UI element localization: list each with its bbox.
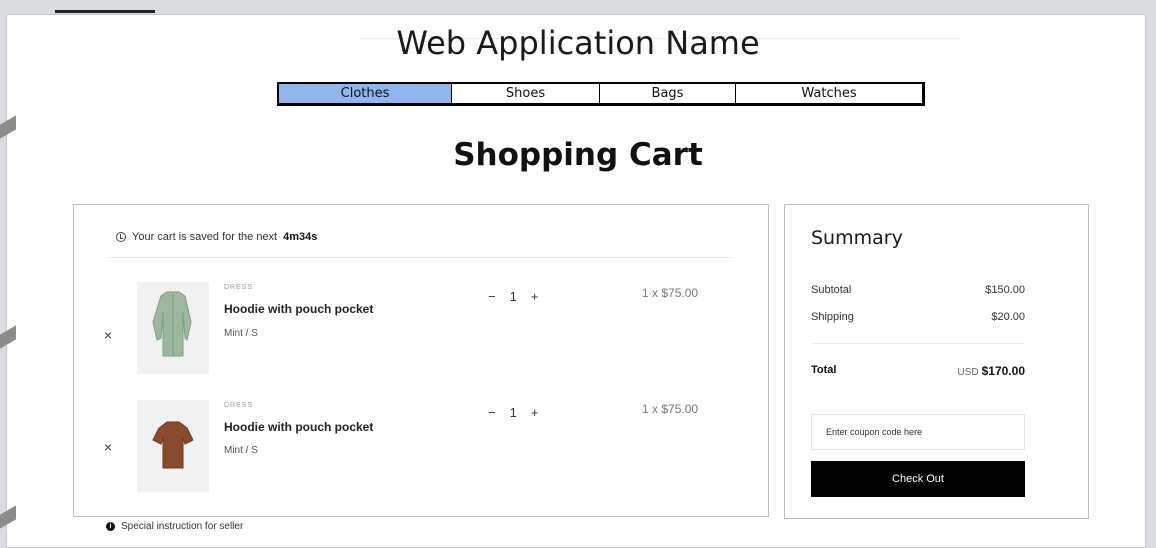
tab-watches[interactable]: Watches xyxy=(736,84,922,103)
tab-bags[interactable]: Bags xyxy=(600,84,736,103)
shipping-row: Shipping $20.00 xyxy=(811,311,1025,323)
quantity-value[interactable]: 1 xyxy=(510,289,517,304)
subtotal-value: $150.00 xyxy=(985,284,1025,296)
special-instruction-link[interactable]: i Special instruction for seller xyxy=(106,521,243,532)
shipping-label: Shipping xyxy=(811,311,854,323)
subtotal-row: Subtotal $150.00 xyxy=(811,284,1025,296)
app-title: Web Application Name xyxy=(396,24,760,62)
item-variant: Mint / S xyxy=(224,328,258,339)
item-category: DRESS xyxy=(224,284,254,291)
total-label: Total xyxy=(811,364,837,376)
divider xyxy=(811,343,1025,344)
decrease-quantity-button[interactable]: − xyxy=(488,405,496,420)
category-tabs: Clothes Shoes Bags Watches xyxy=(277,82,925,106)
divider xyxy=(107,257,732,258)
brown-tshirt-icon xyxy=(152,421,194,469)
decorative-underline xyxy=(55,10,155,13)
increase-quantity-button[interactable]: + xyxy=(531,405,539,420)
mint-cardigan-icon xyxy=(152,291,192,357)
shipping-value: $20.00 xyxy=(991,311,1025,323)
cart-saved-time: 4m34s xyxy=(283,231,318,243)
cart-saved-text: Your cart is saved for the next xyxy=(132,231,278,243)
decrease-quantity-button[interactable]: − xyxy=(488,289,496,304)
item-price: 1 x $75.00 xyxy=(642,402,699,416)
special-instruction-label: Special instruction for seller xyxy=(121,521,244,532)
tab-clothes[interactable]: Clothes xyxy=(279,84,452,103)
total-row: Total USD $170.00 xyxy=(811,364,1025,378)
product-image xyxy=(137,282,209,374)
coupon-input[interactable]: Enter coupon code here xyxy=(811,414,1025,450)
total-value: USD $170.00 xyxy=(957,364,1025,378)
item-category: DRESS xyxy=(224,402,254,409)
item-name: Hoodie with pouch pocket xyxy=(224,420,374,434)
quantity-stepper: − 1 + xyxy=(488,289,538,304)
summary-title: Summary xyxy=(811,227,903,249)
subtotal-label: Subtotal xyxy=(811,284,852,296)
item-name: Hoodie with pouch pocket xyxy=(224,302,374,316)
remove-item-button[interactable]: × xyxy=(104,327,112,343)
item-price: 1 x $75.00 xyxy=(642,286,699,300)
increase-quantity-button[interactable]: + xyxy=(531,289,539,304)
cart-saved-notice: Your cart is saved for the next 4m34s xyxy=(116,231,317,243)
total-amount: $170.00 xyxy=(981,364,1025,378)
tab-shoes[interactable]: Shoes xyxy=(452,84,600,103)
item-variant: Mint / S xyxy=(224,445,258,456)
quantity-stepper: − 1 + xyxy=(488,405,538,420)
clock-icon xyxy=(116,232,126,242)
quantity-value[interactable]: 1 xyxy=(510,405,517,420)
remove-item-button[interactable]: × xyxy=(104,439,112,455)
info-icon: i xyxy=(106,522,115,531)
checkout-button[interactable]: Check Out xyxy=(811,461,1025,497)
total-currency: USD xyxy=(957,367,979,378)
page-title: Shopping Cart xyxy=(453,137,703,173)
product-image xyxy=(137,400,209,492)
